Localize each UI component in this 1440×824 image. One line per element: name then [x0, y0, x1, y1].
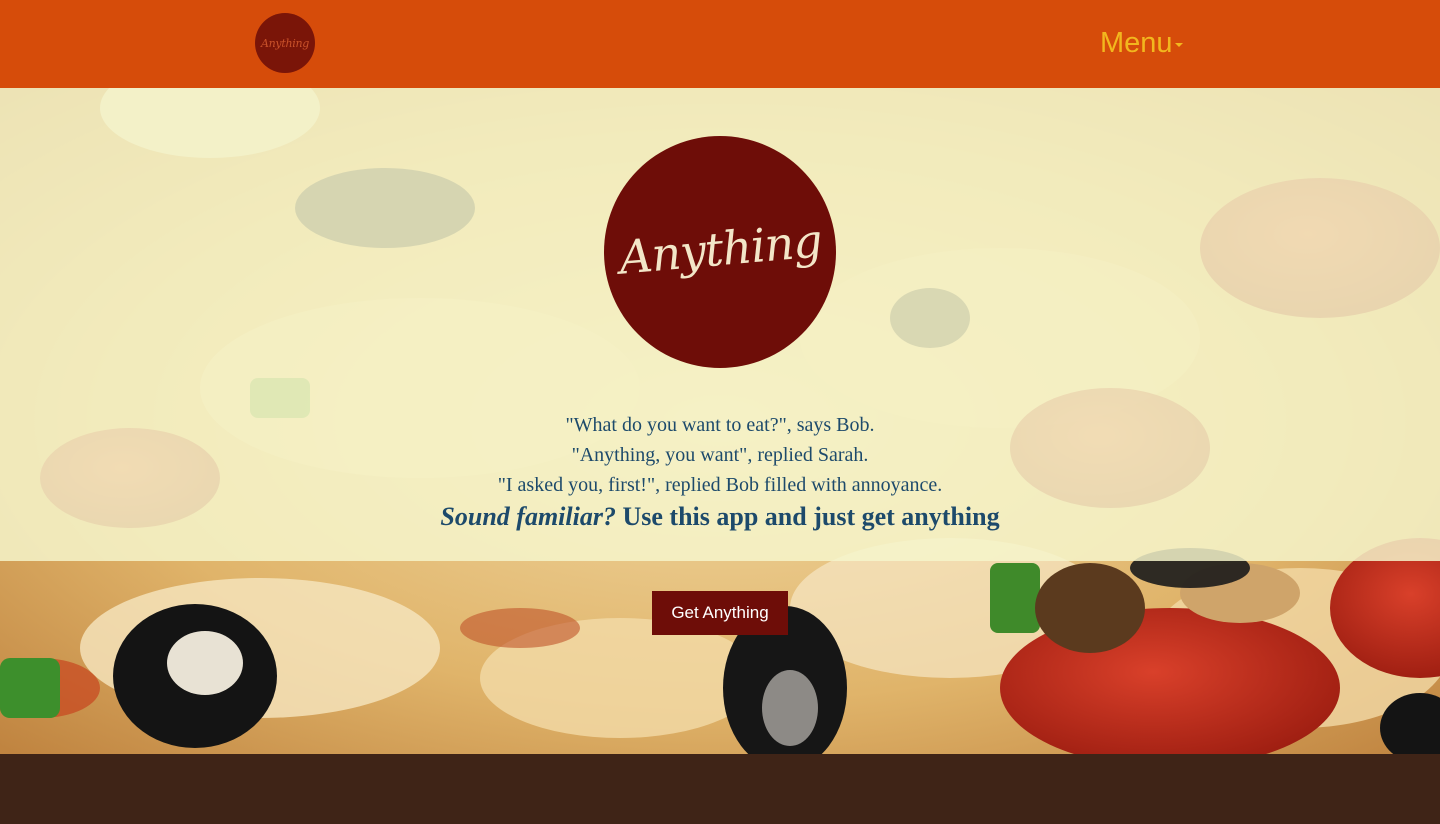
hero-section: Anything "What do you want to eat?", say…: [0, 88, 1440, 754]
caret-down-icon: [1174, 43, 1183, 47]
nav-logo-text: Anything: [261, 36, 309, 50]
tagline-emphasis: Sound familiar?: [440, 502, 616, 531]
story-line: "I asked you, first!", replied Bob fille…: [497, 474, 943, 496]
story-line: "Anything, you want", replied Sarah.: [571, 444, 869, 466]
get-anything-button[interactable]: Get Anything: [652, 591, 788, 635]
story-text: "What do you want to eat?", says Bob. "A…: [320, 410, 1120, 534]
nav-logo[interactable]: Anything: [255, 13, 315, 73]
tagline-text: Use this app and just get anything: [615, 502, 1000, 531]
hero-logo-text: Anything: [616, 213, 824, 285]
menu-label: Menu: [1100, 26, 1173, 59]
menu-dropdown-toggle[interactable]: Menu: [1100, 24, 1183, 62]
footer: [0, 754, 1440, 824]
story-line: "What do you want to eat?", says Bob.: [565, 414, 875, 436]
top-navbar: Anything Menu: [0, 0, 1440, 88]
hero-logo: Anything: [604, 136, 836, 368]
tagline: Sound familiar? Use this app and just ge…: [320, 500, 1120, 534]
